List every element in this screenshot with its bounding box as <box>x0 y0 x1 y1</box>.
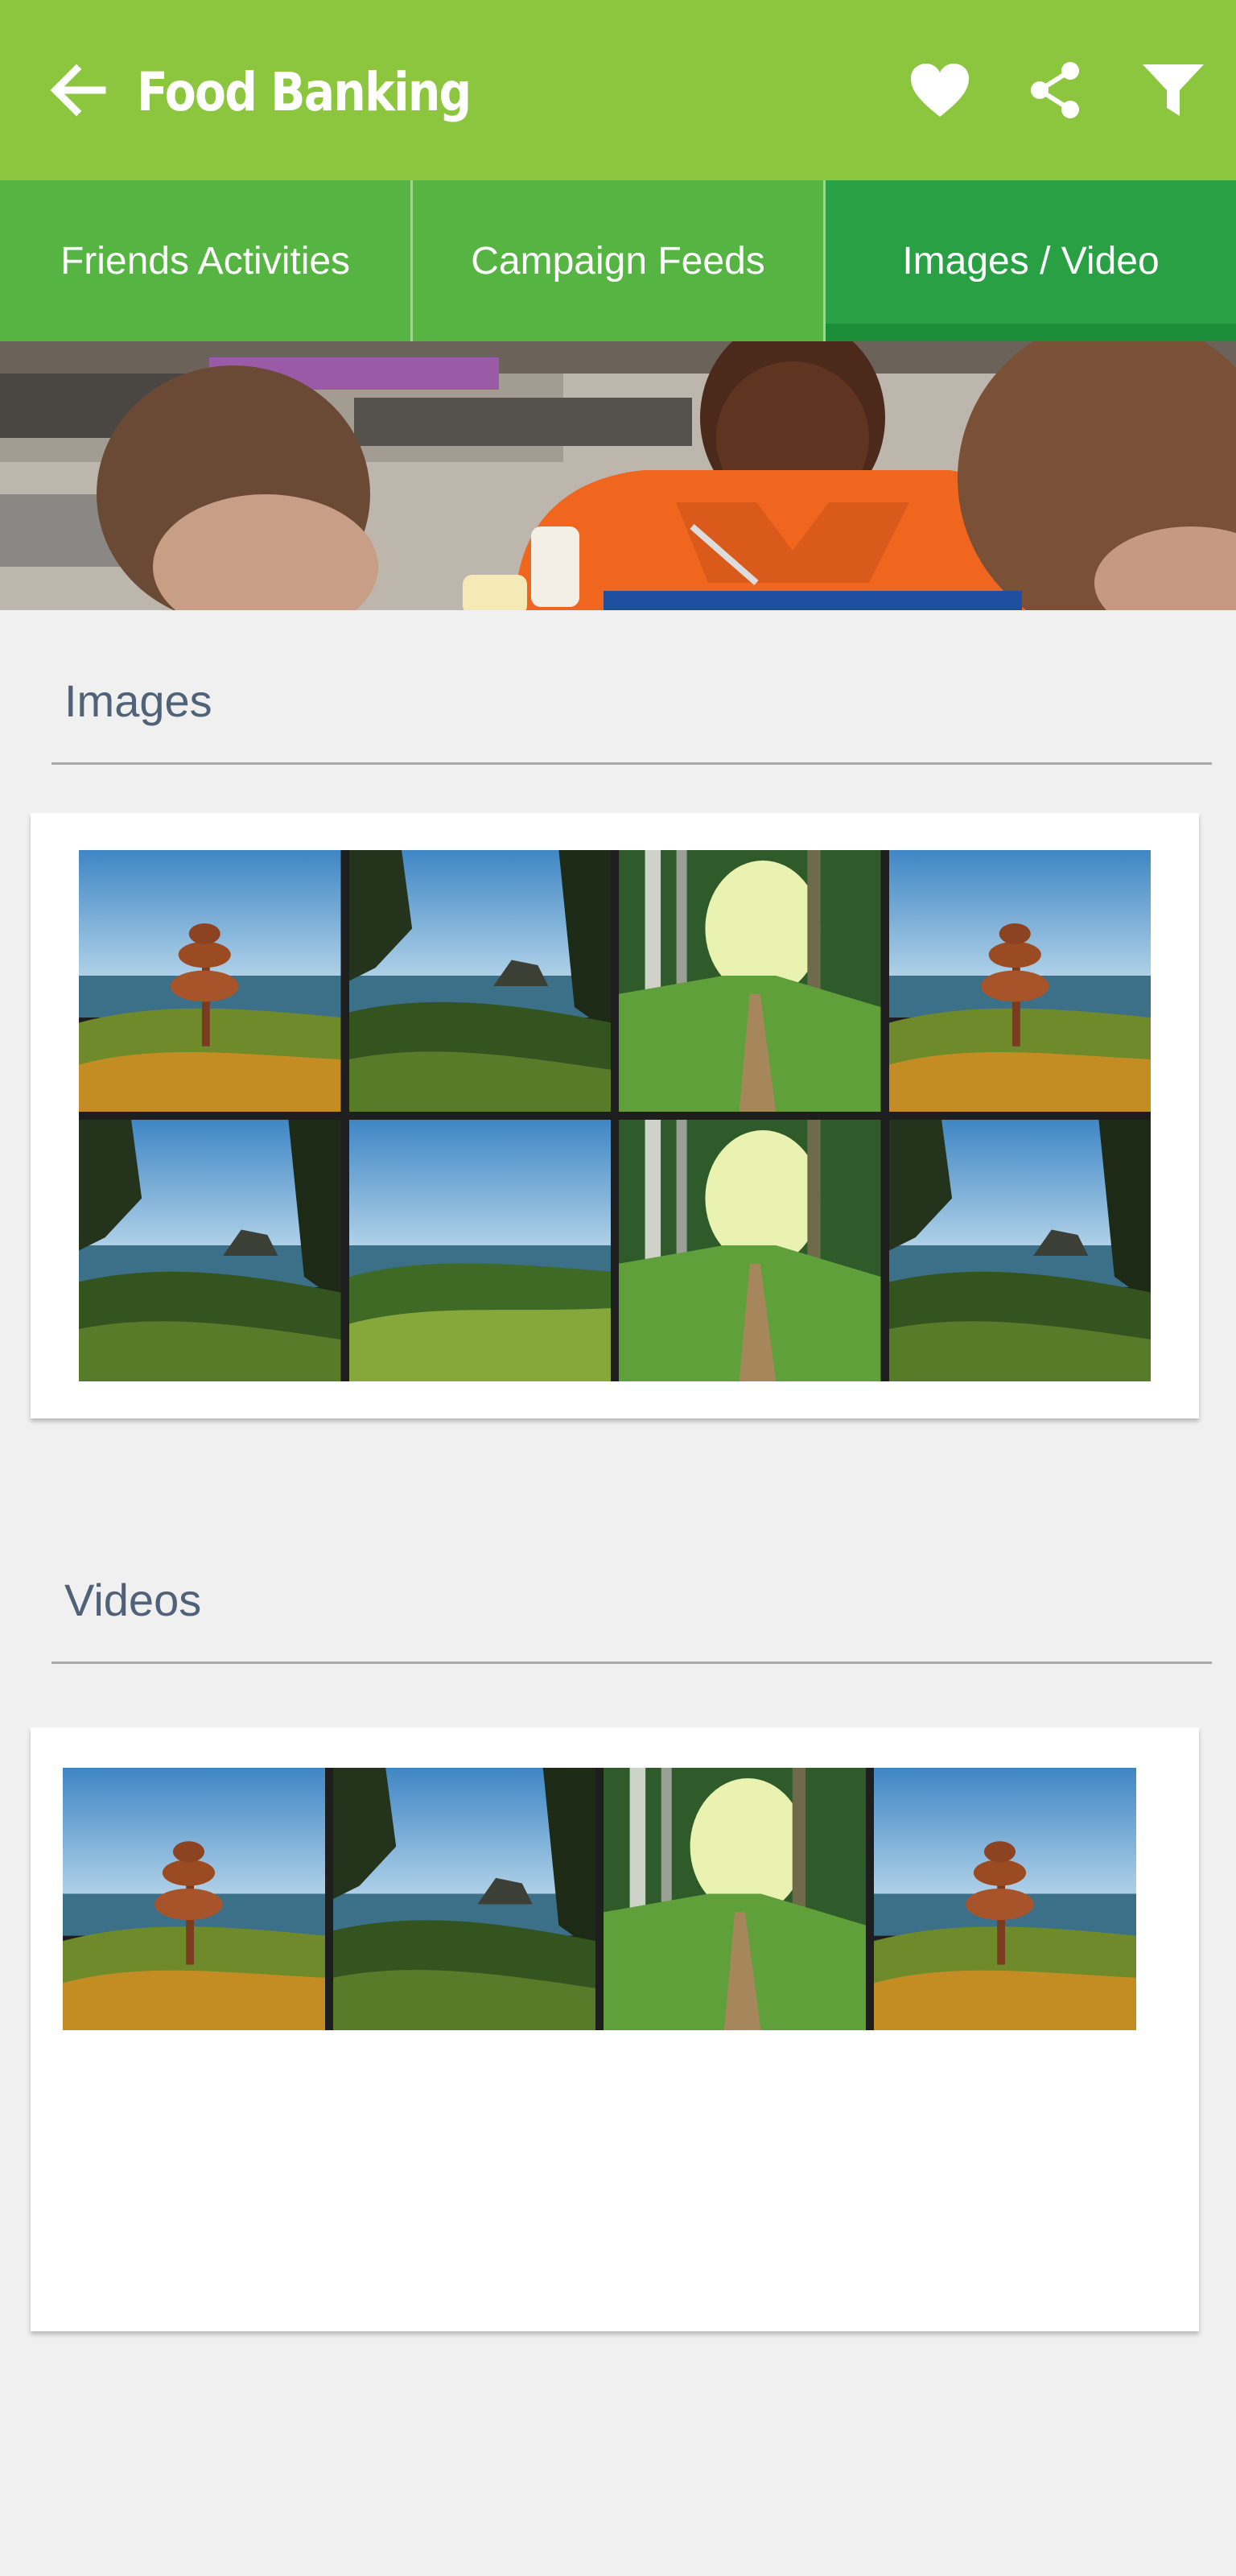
image-grid <box>79 850 1151 1381</box>
app-bar: Food Banking <box>0 0 1236 180</box>
video-thumbnail[interactable] <box>333 1768 595 2030</box>
page-title: Food Banking <box>137 61 472 123</box>
image-thumbnail[interactable] <box>348 850 611 1112</box>
images-card <box>31 813 1199 1418</box>
images-section-title: Images <box>64 675 212 726</box>
images-divider <box>52 762 1212 765</box>
image-thumbnail[interactable] <box>888 1120 1151 1381</box>
heart-icon <box>911 64 969 117</box>
tab-friends-activities[interactable]: Friends Activities <box>0 180 410 341</box>
share-icon <box>1031 62 1079 118</box>
arrow-left-icon <box>50 64 106 117</box>
filter-button[interactable] <box>1133 50 1213 130</box>
tab-campaign-feeds[interactable]: Campaign Feeds <box>410 180 823 341</box>
share-button[interactable] <box>1016 50 1096 130</box>
hero-image <box>0 341 1236 610</box>
video-grid <box>63 1768 1136 2030</box>
video-thumbnail[interactable] <box>63 1768 325 2030</box>
back-button[interactable] <box>42 50 114 130</box>
tab-images-video[interactable]: Images / Video <box>823 180 1236 341</box>
image-thumbnail[interactable] <box>348 1120 611 1381</box>
video-thumbnail[interactable] <box>874 1768 1136 2030</box>
video-thumbnail[interactable] <box>604 1768 866 2030</box>
image-thumbnail[interactable] <box>619 850 881 1112</box>
filter-icon <box>1143 64 1204 116</box>
image-thumbnail[interactable] <box>619 1120 881 1381</box>
tab-bar: Friends Activities Campaign Feeds Images… <box>0 180 1236 341</box>
favorite-button[interactable] <box>900 50 980 130</box>
videos-card <box>31 1728 1199 2331</box>
image-thumbnail[interactable] <box>888 850 1151 1112</box>
image-thumbnail[interactable] <box>79 850 341 1112</box>
videos-divider <box>52 1662 1212 1664</box>
videos-section-title: Videos <box>64 1575 202 1625</box>
image-thumbnail[interactable] <box>79 1120 341 1381</box>
